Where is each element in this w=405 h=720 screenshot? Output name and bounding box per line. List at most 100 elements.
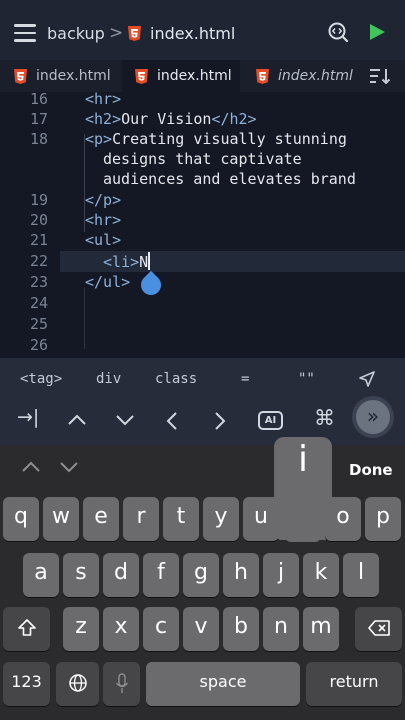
- line-number: 25: [29, 315, 48, 333]
- numbers-key[interactable]: 123: [3, 662, 50, 706]
- snippet-tag[interactable]: <tag>: [20, 371, 62, 387]
- key-p[interactable]: p: [365, 497, 401, 541]
- code-token: Creating visually stunning: [112, 130, 347, 148]
- menu-icon[interactable]: [14, 24, 36, 42]
- tab-indent-icon[interactable]: →|: [17, 406, 39, 428]
- key-x[interactable]: x: [103, 607, 139, 651]
- tab-label: index.html: [36, 68, 111, 84]
- previous-field-icon[interactable]: [21, 461, 41, 473]
- send-icon[interactable]: [358, 370, 376, 388]
- snippet-quotes[interactable]: "": [298, 371, 315, 387]
- code-token: <ul>: [85, 231, 122, 249]
- code-token: Our Vision: [121, 110, 212, 128]
- key-c[interactable]: c: [143, 607, 179, 651]
- key-q[interactable]: q: [3, 497, 39, 541]
- key-e[interactable]: e: [83, 497, 119, 541]
- breadcrumb-separator: >: [109, 23, 124, 43]
- code-token: <h2>: [85, 110, 122, 128]
- breadcrumb-project[interactable]: backup: [47, 24, 105, 43]
- tab-label: index.html: [157, 68, 232, 84]
- top-bar: backup > index.html: [0, 0, 405, 60]
- snippet-div[interactable]: div: [96, 371, 121, 387]
- key-j[interactable]: j: [263, 553, 299, 597]
- globe-key[interactable]: [56, 662, 99, 706]
- delete-key[interactable]: [355, 607, 402, 651]
- code-token: audiences and elevates brand: [103, 170, 356, 188]
- line-number: 16: [29, 90, 48, 108]
- code-token: </ul>: [85, 273, 131, 291]
- microphone-icon: [115, 673, 128, 693]
- space-key[interactable]: space: [146, 662, 300, 706]
- html5-icon: [135, 68, 148, 84]
- key-l[interactable]: l: [343, 553, 379, 597]
- code-line: 25: [0, 315, 405, 335]
- search-code-icon[interactable]: [327, 21, 349, 43]
- code-editor[interactable]: 16 <hr> 17 <h2>Our Vision</h2> 18 <p>Cre…: [0, 90, 405, 358]
- shift-icon: [17, 619, 36, 636]
- ai-assistant-button[interactable]: AI: [258, 411, 283, 430]
- key-w[interactable]: w: [43, 497, 79, 541]
- sort-tabs-icon[interactable]: [369, 67, 391, 85]
- code-line: 20 <hr>: [0, 211, 405, 231]
- code-line: 18 <p>Creating visually stunning: [0, 130, 405, 150]
- line-number: 17: [29, 110, 48, 128]
- line-number: 20: [29, 211, 48, 229]
- code-line: 23 </ul>: [0, 273, 405, 293]
- done-button[interactable]: Done: [349, 461, 393, 479]
- next-field-icon[interactable]: [59, 461, 79, 473]
- code-line: designs that captivate: [0, 150, 405, 170]
- line-number: 18: [29, 130, 48, 148]
- key-v[interactable]: v: [183, 607, 219, 651]
- double-chevron-right-icon: »: [356, 400, 390, 434]
- html5-icon: [128, 26, 141, 41]
- code-token: <p>: [85, 130, 113, 148]
- dictation-key[interactable]: [103, 662, 140, 706]
- code-token: </h2>: [211, 110, 257, 128]
- file-tabs: index.html index.html index.html: [0, 60, 405, 92]
- html5-icon: [14, 68, 27, 84]
- chevron-down-icon[interactable]: [115, 414, 135, 426]
- tab-index-3[interactable]: index.html: [256, 60, 356, 92]
- line-number: 22: [29, 252, 48, 270]
- run-play-icon[interactable]: [370, 24, 385, 40]
- key-g[interactable]: g: [183, 553, 219, 597]
- expand-toolbar-button[interactable]: »: [352, 396, 394, 438]
- chevron-left-icon[interactable]: [166, 411, 178, 431]
- backspace-icon: [367, 620, 390, 636]
- code-token: <li>: [103, 253, 140, 271]
- code-line: 17 <h2>Our Vision</h2>: [0, 110, 405, 130]
- code-token: <hr>: [85, 90, 122, 108]
- code-token: </p>: [85, 191, 122, 209]
- key-m[interactable]: m: [303, 607, 339, 651]
- key-y[interactable]: y: [203, 497, 239, 541]
- key-a[interactable]: a: [23, 553, 59, 597]
- return-key[interactable]: return: [306, 662, 402, 706]
- tab-index-1[interactable]: index.html: [14, 60, 122, 92]
- key-n[interactable]: n: [263, 607, 299, 651]
- key-o[interactable]: o: [325, 497, 361, 541]
- key-d[interactable]: d: [103, 553, 139, 597]
- code-line: audiences and elevates brand: [0, 170, 405, 190]
- code-line-current: 22 <li>N: [0, 252, 405, 272]
- breadcrumb-file[interactable]: index.html: [150, 24, 235, 43]
- html5-icon: [256, 68, 269, 84]
- snippet-class[interactable]: class: [155, 371, 197, 387]
- key-f[interactable]: f: [143, 553, 179, 597]
- tab-index-2-active[interactable]: index.html: [122, 60, 240, 92]
- key-r[interactable]: r: [123, 497, 159, 541]
- key-t[interactable]: t: [163, 497, 199, 541]
- key-z[interactable]: z: [63, 607, 99, 651]
- code-editor-app: backup > index.html index.html index.htm…: [0, 0, 405, 720]
- key-b[interactable]: b: [223, 607, 259, 651]
- chevron-right-icon[interactable]: [214, 411, 226, 431]
- code-line: 16 <hr>: [0, 90, 405, 110]
- command-icon[interactable]: ⌘: [314, 406, 335, 430]
- key-h[interactable]: h: [223, 553, 259, 597]
- text-caret: [148, 252, 151, 270]
- key-s[interactable]: s: [63, 553, 99, 597]
- key-k[interactable]: k: [303, 553, 339, 597]
- code-line: 26: [0, 336, 405, 356]
- snippet-equals[interactable]: =: [241, 371, 249, 387]
- chevron-up-icon[interactable]: [67, 414, 87, 426]
- shift-key[interactable]: [3, 607, 50, 651]
